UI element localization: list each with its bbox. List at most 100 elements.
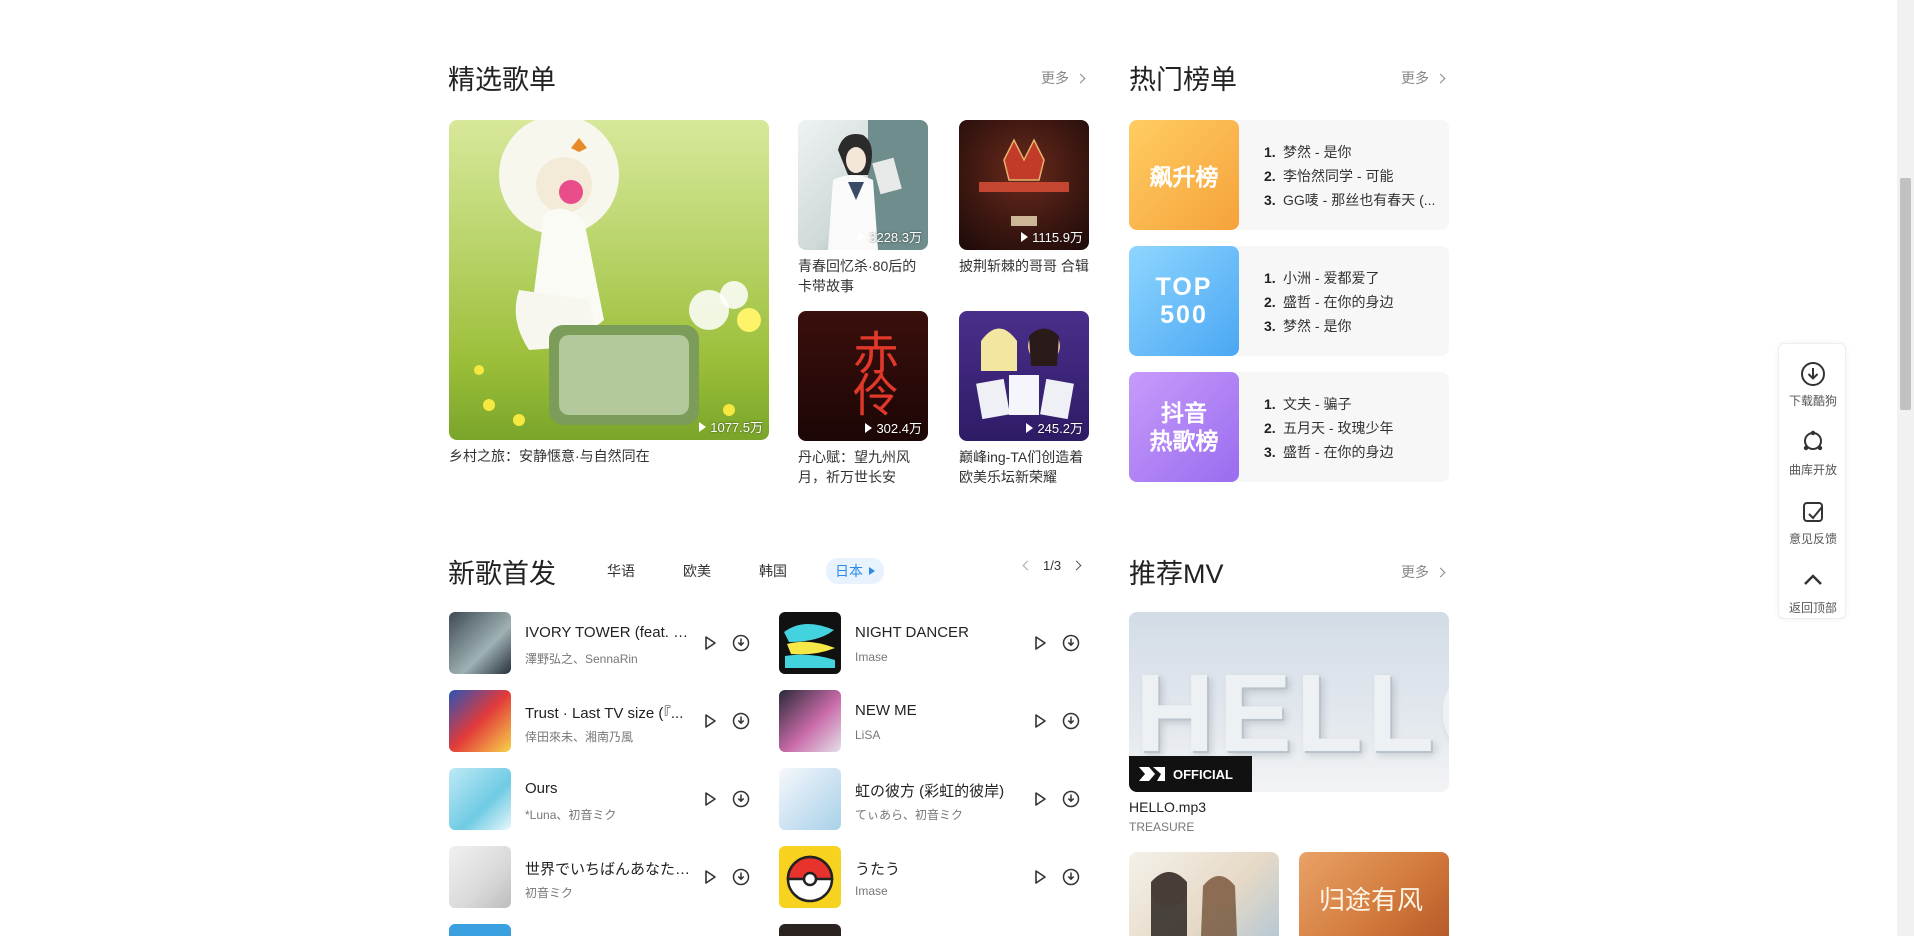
rank-card-soaring[interactable]: 飙升榜 1. 梦然 - 是你 2. 李怡然同学 - 可能 3. GG唛 - 那丝也有春… bbox=[1129, 120, 1449, 230]
download-icon[interactable] bbox=[732, 634, 750, 652]
tab-chinese[interactable]: 华语 bbox=[598, 558, 644, 584]
song-artist[interactable]: *Luna、初音ミク bbox=[525, 806, 695, 823]
song-row[interactable]: Trust · Last TV size (『... 倖田來未、湘南乃風 bbox=[449, 690, 769, 752]
tool-label: 返回顶部 bbox=[1788, 601, 1837, 615]
song-title[interactable]: NEW ME bbox=[855, 702, 1025, 719]
rank-song[interactable]: 1. 小洲 - 爱都爱了 bbox=[1264, 266, 1393, 290]
song-title[interactable]: NIGHT DANCER bbox=[855, 624, 1025, 641]
song-artist[interactable]: LiSA bbox=[855, 728, 1025, 742]
song-cover bbox=[449, 690, 511, 752]
song-row[interactable]: IVORY TOWER (feat. Se... 澤野弘之、SennaRin bbox=[449, 612, 769, 674]
rank-song[interactable]: 3. 盛哲 - 在你的身边 bbox=[1264, 440, 1393, 464]
play-count: 245.2万 bbox=[1026, 418, 1083, 437]
song-title[interactable]: Ours bbox=[525, 780, 695, 797]
play-count: 1077.5万 bbox=[699, 417, 763, 436]
rank-song[interactable]: 2. 李怡然同学 - 可能 bbox=[1264, 164, 1435, 188]
open-library-button[interactable]: 曲库开放 bbox=[1779, 419, 1847, 479]
rank-song[interactable]: 3. GG唛 - 那丝也有春天 (... bbox=[1264, 188, 1435, 212]
play-icon[interactable] bbox=[701, 868, 719, 886]
song-row[interactable]: Ours *Luna、初音ミク bbox=[449, 768, 769, 830]
play-icon[interactable] bbox=[1031, 868, 1049, 886]
mv-main-artist[interactable]: TREASURE bbox=[1129, 820, 1194, 834]
edit-icon bbox=[1803, 502, 1823, 522]
chevron-up-icon bbox=[1804, 574, 1822, 585]
scrollbar-thumb[interactable] bbox=[1900, 178, 1911, 410]
song-artist[interactable]: Imase bbox=[855, 650, 1025, 664]
playlist-name-2[interactable]: 青春回忆杀·80后的卡带故事 bbox=[798, 256, 928, 296]
song-row[interactable]: NEW ME LiSA bbox=[779, 690, 1099, 752]
song-title[interactable]: 世界でいちばんあなたが... bbox=[525, 858, 695, 879]
song-title[interactable]: うたう bbox=[855, 858, 1025, 879]
tab-korean[interactable]: 韩国 bbox=[750, 558, 796, 584]
play-icon[interactable] bbox=[1031, 634, 1049, 652]
download-app-button[interactable]: 下载酷狗 bbox=[1779, 350, 1847, 410]
girl-illustration bbox=[474, 120, 761, 426]
playlist-cover-4[interactable]: 赤伶 302.4万 bbox=[798, 311, 928, 441]
mv-main-title[interactable]: HELLO.mp3 bbox=[1129, 799, 1206, 815]
song-artist[interactable]: 澤野弘之、SennaRin bbox=[525, 650, 695, 667]
download-circle-icon bbox=[1801, 362, 1825, 386]
rank-song[interactable]: 2. 盛哲 - 在你的身边 bbox=[1264, 290, 1393, 314]
rank-song[interactable]: 1. 文夫 - 骗子 bbox=[1264, 392, 1393, 416]
play-icon bbox=[699, 421, 707, 432]
tool-label: 意见反馈 bbox=[1788, 532, 1837, 546]
rank-card-douyin[interactable]: 抖音 热歌榜 1. 文夫 - 骗子 2. 五月天 - 玫瑰少年 3. 盛哲 - 在你的… bbox=[1129, 372, 1449, 482]
download-icon[interactable] bbox=[732, 790, 750, 808]
mv-thumb-2[interactable]: 归途有风 bbox=[1299, 852, 1449, 936]
song-title[interactable]: Trust · Last TV size (『... bbox=[525, 702, 695, 723]
play-icon[interactable] bbox=[1031, 790, 1049, 808]
playlists-more-link[interactable]: 更多 bbox=[1041, 68, 1086, 88]
playlist-cover-1[interactable]: 1077.5万 bbox=[449, 120, 769, 440]
play-icon[interactable] bbox=[701, 634, 719, 652]
mv-more-link[interactable]: 更多 bbox=[1401, 562, 1446, 582]
rank-card-top500[interactable]: TOP 500 1. 小洲 - 爱都爱了 2. 盛哲 - 在你的身边 3. 梦然 - … bbox=[1129, 246, 1449, 356]
download-icon[interactable] bbox=[1062, 634, 1080, 652]
playlists-title: 精选歌单 bbox=[448, 65, 556, 95]
download-icon[interactable] bbox=[732, 712, 750, 730]
playlist-name-3[interactable]: 披荆斩棘的哥哥 合辑 bbox=[959, 256, 1089, 276]
song-row[interactable]: 世界でいちばんあなたが... 初音ミク bbox=[449, 846, 769, 908]
ranks-more-link[interactable]: 更多 bbox=[1401, 68, 1446, 88]
play-count: 3228.3万 bbox=[858, 227, 922, 246]
song-artist[interactable]: 初音ミク bbox=[525, 884, 695, 901]
download-icon[interactable] bbox=[1062, 712, 1080, 730]
playlist-name-5[interactable]: 巅峰ing-TA们创造着欧美乐坛新荣耀 bbox=[959, 447, 1094, 487]
rank-song[interactable]: 1. 梦然 - 是你 bbox=[1264, 140, 1435, 164]
back-to-top-button[interactable]: 返回顶部 bbox=[1779, 557, 1847, 617]
play-icon bbox=[858, 231, 866, 242]
song-title[interactable]: IVORY TOWER (feat. Se... bbox=[525, 624, 695, 641]
ranks-title: 热门榜单 bbox=[1129, 65, 1237, 95]
play-icon[interactable] bbox=[701, 790, 719, 808]
download-icon[interactable] bbox=[732, 868, 750, 886]
chevron-right-icon[interactable] bbox=[1071, 560, 1082, 571]
playlist-name-4[interactable]: 丹心赋：望九州风月，祈万世长安 bbox=[798, 447, 928, 487]
mv-main-cover[interactable]: HELLO OFFICIAL bbox=[1129, 612, 1449, 792]
song-row[interactable]: うたう Imase bbox=[779, 846, 1099, 908]
song-artist[interactable]: 倖田來未、湘南乃風 bbox=[525, 728, 695, 745]
playlist-cover-3[interactable]: 1115.9万 bbox=[959, 120, 1089, 250]
tab-western[interactable]: 欧美 bbox=[674, 558, 720, 584]
song-title[interactable]: 虹の彼方 (彩虹的彼岸) bbox=[855, 780, 1025, 801]
song-artist[interactable]: てぃあら、初音ミク bbox=[855, 806, 1025, 823]
song-row[interactable]: NIGHT DANCER Imase bbox=[779, 612, 1099, 674]
play-count: 302.4万 bbox=[865, 418, 922, 437]
song-artist[interactable]: Imase bbox=[855, 884, 1025, 898]
play-icon[interactable] bbox=[701, 712, 719, 730]
download-icon[interactable] bbox=[1062, 790, 1080, 808]
mv-thumb-text: 归途有风 bbox=[1319, 886, 1424, 916]
tab-japanese[interactable]: 日本 bbox=[826, 558, 884, 584]
tool-label: 曲库开放 bbox=[1788, 463, 1837, 477]
playlist-cover-5[interactable]: 245.2万 bbox=[959, 311, 1089, 441]
download-icon[interactable] bbox=[1062, 868, 1080, 886]
playlist-cover-2[interactable]: 3228.3万 bbox=[798, 120, 928, 250]
mv-thumb-1[interactable] bbox=[1129, 852, 1279, 936]
play-icon[interactable] bbox=[1031, 712, 1049, 730]
feedback-button[interactable]: 意见反馈 bbox=[1779, 488, 1847, 548]
song-row[interactable]: 虹の彼方 (彩虹的彼岸) てぃあら、初音ミク bbox=[779, 768, 1099, 830]
chevron-left-icon[interactable] bbox=[1022, 560, 1033, 571]
playlist-name-1[interactable]: 乡村之旅：安静惬意·与自然同在 bbox=[449, 446, 779, 466]
scrollbar-track[interactable] bbox=[1897, 0, 1914, 936]
song-cover-partial bbox=[779, 924, 841, 936]
rank-song[interactable]: 2. 五月天 - 玫瑰少年 bbox=[1264, 416, 1393, 440]
rank-song[interactable]: 3. 梦然 - 是你 bbox=[1264, 314, 1393, 338]
